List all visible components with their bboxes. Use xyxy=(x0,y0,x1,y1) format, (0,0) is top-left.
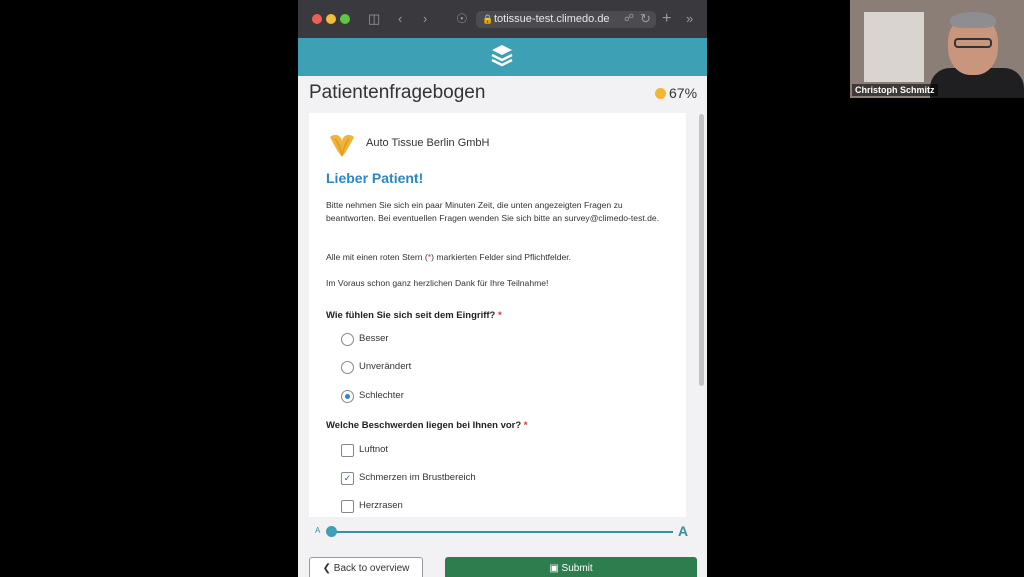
close-window-button[interactable] xyxy=(312,14,322,24)
radio-button-selected[interactable] xyxy=(341,390,354,403)
lock-icon: 🔒 xyxy=(482,14,494,24)
question-label: Welche Beschwerden liegen bei Ihnen vor?… xyxy=(326,420,528,431)
option-label: Besser xyxy=(359,333,389,344)
progress-value: 67% xyxy=(669,85,698,101)
option-label: Herzrasen xyxy=(359,500,403,511)
video-window-light xyxy=(864,12,924,82)
greeting-heading: Lieber Patient! xyxy=(326,170,424,186)
save-icon: ▣ xyxy=(549,563,559,574)
font-size-large-label: A xyxy=(678,523,689,539)
progress-indicator: 67% xyxy=(655,85,697,101)
browser-window: ◫ ‹ › ☉ 🔒 totissue-test.climedo.de ☍ ↻ +… xyxy=(298,0,707,577)
thanks-text: Im Voraus schon ganz herzlichen Dank für… xyxy=(326,278,549,288)
participant-hair xyxy=(950,12,996,28)
submit-button-label: Submit xyxy=(561,563,593,574)
back-to-overview-button[interactable]: ❮ Back to overview xyxy=(309,557,423,577)
forward-arrow-icon[interactable]: › xyxy=(423,10,427,28)
option-label: Schlechter xyxy=(359,390,404,401)
font-size-small-label: A xyxy=(315,526,321,535)
checkbox[interactable] xyxy=(341,444,354,457)
radio-button[interactable] xyxy=(341,361,354,374)
checkbox[interactable] xyxy=(341,500,354,513)
back-arrow-icon[interactable]: ‹ xyxy=(398,10,402,28)
minimize-window-button[interactable] xyxy=(326,14,336,24)
scrollbar[interactable] xyxy=(699,114,704,386)
participant-video-tile: Christoph Schmitz xyxy=(850,0,1024,98)
zoom-window-button[interactable] xyxy=(340,14,350,24)
option-label: Luftnot xyxy=(359,444,389,455)
reload-icon[interactable]: ↻ xyxy=(640,10,651,28)
browser-toolbar: ◫ ‹ › ☉ 🔒 totissue-test.climedo.de ☍ ↻ +… xyxy=(298,0,707,38)
font-size-slider-handle[interactable] xyxy=(326,526,337,537)
submit-button[interactable]: ▣ Submit xyxy=(445,557,697,577)
back-button-label: Back to overview xyxy=(333,563,410,574)
required-star: * xyxy=(523,420,528,431)
organization-name: Auto Tissue Berlin GmbH xyxy=(366,137,490,149)
new-tab-icon[interactable]: + xyxy=(662,10,671,28)
required-note: Alle mit einen roten Stern (*) markierte… xyxy=(326,252,572,262)
font-size-slider-track[interactable] xyxy=(331,531,673,533)
shield-icon[interactable]: ☉ xyxy=(456,10,468,28)
participant-name: Christoph Schmitz xyxy=(852,84,938,96)
required-star: * xyxy=(498,310,502,321)
url-text: totissue-test.climedo.de xyxy=(494,13,610,25)
sidebar-icon[interactable]: ◫ xyxy=(368,10,380,28)
organization-logo xyxy=(330,134,354,157)
page-title: Patientenfragebogen xyxy=(309,82,486,103)
radio-button[interactable] xyxy=(341,333,354,346)
option-label: Schmerzen im Brustbereich xyxy=(359,472,476,483)
progress-dot-icon xyxy=(655,88,666,99)
question-label: Wie fühlen Sie sich seit dem Eingriff? * xyxy=(326,310,502,321)
participant-glasses xyxy=(954,38,992,48)
arrow-left-circle-icon: ❮ xyxy=(322,563,331,574)
overflow-chevron-icon[interactable]: » xyxy=(686,10,693,28)
intro-text: Bitte nehmen Sie sich ein paar Minuten Z… xyxy=(326,200,660,223)
checkbox-checked[interactable]: ✓ xyxy=(341,472,354,485)
survey-card: Auto Tissue Berlin GmbH Lieber Patient! … xyxy=(309,113,686,517)
option-label: Unverändert xyxy=(359,361,412,372)
app-logo-icon xyxy=(491,45,513,67)
translate-icon[interactable]: ☍ xyxy=(624,10,634,28)
